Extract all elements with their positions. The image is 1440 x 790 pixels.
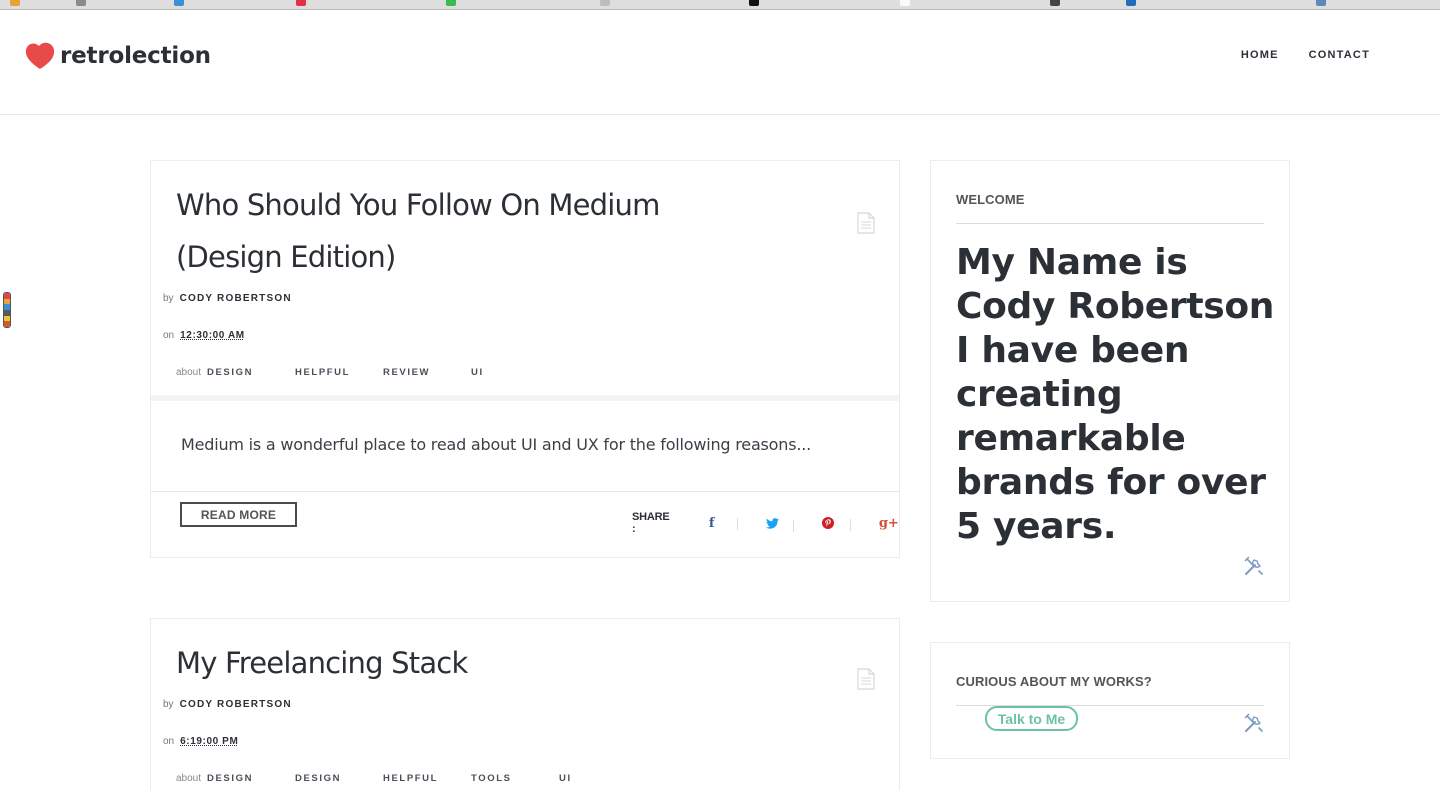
bookmark-icon[interactable] bbox=[10, 0, 20, 6]
star-icon[interactable] bbox=[76, 0, 86, 6]
bookmark-icon[interactable] bbox=[749, 0, 759, 6]
post-date-meta: on 12:30:00 AM bbox=[163, 330, 245, 341]
post-title[interactable]: My Freelancing Stack bbox=[176, 637, 468, 689]
tag-link[interactable]: UI bbox=[471, 367, 559, 378]
bookmark-icon[interactable] bbox=[296, 0, 306, 6]
tag-link[interactable]: HELPFUL bbox=[383, 773, 471, 784]
post-time[interactable]: 6:19:00 PM bbox=[180, 736, 238, 747]
post-card: My Freelancing Stack by CODY ROBERTSON o… bbox=[150, 618, 900, 790]
post-title-line[interactable]: Who Should You Follow On Medium bbox=[176, 188, 660, 222]
site-logo[interactable]: retrolection bbox=[24, 40, 211, 72]
post-title-line[interactable]: My Freelancing Stack bbox=[176, 646, 468, 680]
post-time[interactable]: 12:30:00 AM bbox=[180, 330, 245, 341]
tag-link[interactable]: HELPFUL bbox=[295, 367, 383, 378]
widget-title: CURIOUS ABOUT MY WORKS? bbox=[956, 674, 1152, 689]
bookmark-icon[interactable] bbox=[174, 0, 184, 6]
bookmark-icon[interactable] bbox=[1126, 0, 1136, 6]
on-label: on bbox=[163, 736, 175, 747]
post-title[interactable]: Who Should You Follow On Medium (Design … bbox=[176, 179, 660, 283]
tag-link[interactable]: DESIGN bbox=[295, 773, 383, 784]
divider bbox=[151, 491, 899, 492]
post-tags: about DESIGN HELPFUL REVIEW UI bbox=[176, 367, 559, 378]
post-excerpt: Medium is a wonderful place to read abou… bbox=[181, 435, 812, 454]
talk-to-me-button[interactable]: Talk to Me bbox=[985, 706, 1078, 731]
divider bbox=[956, 223, 1264, 224]
by-label: by bbox=[163, 699, 174, 710]
divider bbox=[151, 395, 899, 401]
author-link[interactable]: CODY ROBERTSON bbox=[180, 293, 292, 304]
nav-home[interactable]: HOME bbox=[1241, 49, 1279, 61]
on-label: on bbox=[163, 330, 175, 341]
pinterest-icon[interactable] bbox=[822, 517, 879, 531]
tag-link[interactable]: TOOLS bbox=[471, 773, 559, 784]
post-date-meta: on 6:19:00 PM bbox=[163, 736, 238, 747]
widget-title: WELCOME bbox=[956, 192, 1025, 207]
document-icon bbox=[857, 212, 875, 234]
site-name: retrolection bbox=[60, 43, 211, 69]
welcome-text: My Name is Cody Robertson I have been cr… bbox=[956, 242, 1275, 547]
google-plus-icon[interactable]: g+ bbox=[879, 516, 936, 531]
author-link[interactable]: CODY ROBERTSON bbox=[180, 699, 292, 710]
twitter-icon[interactable] bbox=[765, 517, 823, 532]
tools-icon[interactable] bbox=[1243, 555, 1265, 577]
share-bar: SHARE : f g+ bbox=[632, 511, 936, 535]
nav-contact[interactable]: CONTACT bbox=[1309, 49, 1370, 61]
post-author-meta: by CODY ROBERTSON bbox=[163, 293, 292, 304]
tag-link[interactable]: DESIGN bbox=[207, 367, 295, 378]
works-widget: CURIOUS ABOUT MY WORKS? Talk to Me bbox=[930, 642, 1290, 759]
about-label: about bbox=[176, 367, 202, 378]
welcome-widget: WELCOME My Name is Cody Robertson I have… bbox=[930, 160, 1290, 602]
tag-link[interactable]: DESIGN bbox=[207, 773, 295, 784]
tools-icon[interactable] bbox=[1243, 712, 1265, 734]
post-author-meta: by CODY ROBERTSON bbox=[163, 699, 292, 710]
about-label: about bbox=[176, 773, 202, 784]
read-more-button[interactable]: READ MORE bbox=[180, 502, 297, 527]
post-tags: about DESIGN DESIGN HELPFUL TOOLS UI bbox=[176, 773, 647, 784]
share-label: SHARE : bbox=[632, 511, 670, 535]
tag-link[interactable]: REVIEW bbox=[383, 367, 471, 378]
bookmark-icon[interactable] bbox=[1316, 0, 1326, 6]
bookmark-icon[interactable] bbox=[900, 0, 910, 6]
post-title-line[interactable]: (Design Edition) bbox=[176, 240, 396, 274]
main-nav: HOME CONTACT bbox=[1241, 49, 1370, 61]
post-card: Who Should You Follow On Medium (Design … bbox=[150, 160, 900, 558]
bookmark-icon[interactable] bbox=[1050, 0, 1060, 6]
site-header: retrolection HOME CONTACT bbox=[0, 10, 1440, 115]
bookmark-icon[interactable] bbox=[600, 0, 610, 6]
browser-bookmarks-strip bbox=[0, 0, 1440, 10]
color-palette-widget[interactable] bbox=[3, 292, 11, 328]
document-icon bbox=[857, 668, 875, 690]
heart-icon bbox=[25, 42, 55, 69]
facebook-icon[interactable]: f bbox=[709, 516, 766, 531]
by-label: by bbox=[163, 293, 174, 304]
tag-link[interactable]: UI bbox=[559, 773, 647, 784]
bookmark-icon[interactable] bbox=[446, 0, 456, 6]
